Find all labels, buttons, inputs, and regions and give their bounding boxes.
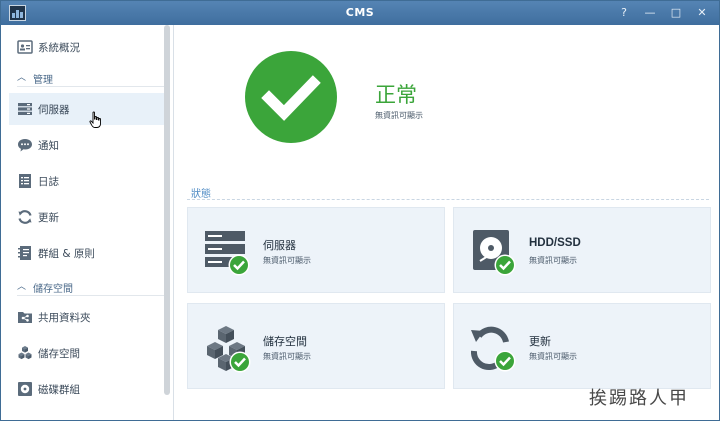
sidebar-item-label: 儲存空間 — [38, 348, 80, 360]
chevron-up-icon: ︿ — [17, 73, 27, 83]
sidebar-item-server[interactable]: 伺服器 — [9, 93, 164, 125]
sidebar-item-label: 通知 — [38, 140, 59, 152]
title-bar[interactable]: CMS ? — □ ✕ — [1, 1, 719, 25]
sidebar-item-label: 更新 — [38, 212, 59, 224]
status-subtitle: 無資訊可顯示 — [375, 111, 423, 120]
card-title: 更新 — [529, 335, 551, 348]
sidebar-item-notification[interactable]: 通知 — [9, 129, 164, 161]
status-ok-indicator — [245, 51, 337, 143]
maximize-button[interactable]: □ — [669, 6, 683, 20]
close-button[interactable]: ✕ — [695, 6, 709, 20]
system-overview-icon — [17, 40, 33, 54]
main-panel: 正常 無資訊可顯示 狀態 伺服器 無資訊可顯示 HDD/SSD 無資訊可顯示 儲… — [175, 25, 719, 420]
help-button[interactable]: ? — [617, 6, 631, 20]
card-subtitle: 無資訊可顯示 — [263, 352, 311, 361]
section-header-management[interactable]: ︿ 管理 — [9, 67, 164, 87]
section-label: 儲存空間 — [33, 284, 73, 295]
window-title: CMS — [345, 6, 375, 19]
storage-icon — [18, 346, 32, 360]
sidebar-item-label: 日誌 — [38, 176, 59, 188]
sidebar-item-label: 磁碟群組 — [38, 384, 80, 396]
card-title: 伺服器 — [263, 239, 296, 252]
update-icon — [18, 210, 32, 224]
chevron-up-icon: ︿ — [17, 282, 27, 292]
storage-cubes-icon — [207, 326, 251, 373]
status-card-hdd-ssd[interactable]: HDD/SSD 無資訊可顯示 — [453, 207, 711, 293]
notification-icon — [18, 139, 32, 152]
server-icon — [18, 103, 32, 115]
disk-group-icon — [18, 382, 32, 396]
shared-folder-icon — [18, 312, 32, 323]
status-title: 正常 — [375, 83, 417, 107]
card-subtitle: 無資訊可顯示 — [263, 256, 311, 265]
sidebar-item-system-overview[interactable]: 系統概況 — [9, 31, 164, 63]
section-title-status: 狀態 — [191, 189, 211, 200]
card-title: HDD/SSD — [529, 237, 581, 249]
group-policy-icon — [18, 246, 31, 260]
server-icon — [205, 231, 250, 276]
section-divider — [187, 199, 709, 200]
sidebar: 系統概況 ︿ 管理 伺服器 通知 日誌 更新 群組 & 原則 ︿ 儲存空間 共用… — [1, 25, 174, 420]
hand-cursor-icon — [89, 111, 101, 128]
card-subtitle: 無資訊可顯示 — [529, 352, 577, 361]
sidebar-item-label: 共用資料夾 — [38, 312, 91, 324]
log-icon — [19, 174, 31, 188]
section-label: 管理 — [33, 75, 53, 86]
status-card-server[interactable]: 伺服器 無資訊可顯示 — [187, 207, 445, 293]
sidebar-item-disk-group[interactable]: 磁碟群組 — [9, 373, 164, 405]
sidebar-item-update[interactable]: 更新 — [9, 201, 164, 233]
status-card-update[interactable]: 更新 無資訊可顯示 — [453, 303, 711, 389]
status-card-storage[interactable]: 儲存空間 無資訊可顯示 — [187, 303, 445, 389]
checkmark-icon — [261, 75, 321, 121]
minimize-button[interactable]: — — [643, 6, 657, 20]
section-header-storage[interactable]: ︿ 儲存空間 — [9, 276, 164, 296]
update-icon — [470, 326, 516, 372]
sidebar-item-label: 伺服器 — [38, 104, 70, 116]
sidebar-item-storage[interactable]: 儲存空間 — [9, 337, 164, 369]
sidebar-item-shared-folder[interactable]: 共用資料夾 — [9, 301, 164, 333]
sidebar-item-label: 系統概況 — [38, 42, 80, 54]
card-title: 儲存空間 — [263, 335, 307, 348]
sidebar-item-label: 群組 & 原則 — [38, 248, 95, 260]
sidebar-item-log[interactable]: 日誌 — [9, 165, 164, 197]
card-subtitle: 無資訊可顯示 — [529, 256, 577, 265]
hdd-icon — [473, 230, 516, 276]
sidebar-scrollbar[interactable] — [164, 25, 170, 395]
cms-window: CMS ? — □ ✕ 系統概況 ︿ 管理 伺服器 通知 日誌 更新 群組 & … — [0, 0, 720, 421]
sidebar-item-group-policy[interactable]: 群組 & 原則 — [9, 237, 164, 269]
watermark-text: 挨踢路人甲 — [589, 388, 689, 409]
